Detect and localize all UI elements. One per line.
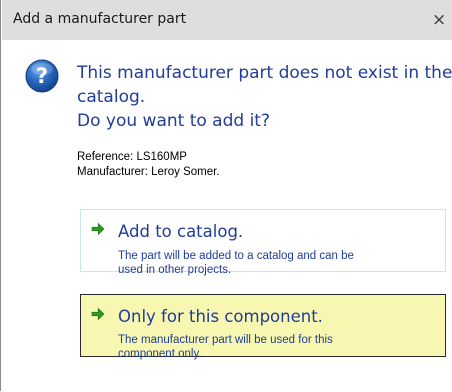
add-to-catalog-title: Add to catalog. xyxy=(118,222,244,241)
main-instruction: This manufacturer part does not exist in… xyxy=(77,61,452,133)
question-icon: ? xyxy=(25,59,59,93)
only-for-component-button[interactable]: Only for this component. The manufacture… xyxy=(80,294,446,360)
instruction-line-1: This manufacturer part does not exist in… xyxy=(77,63,452,83)
only-for-component-desc-line-2: component only. xyxy=(118,348,202,360)
manufacturer-label: Manufacturer: Leroy Somer. xyxy=(77,166,220,178)
dialog-title: Add a manufacturer part xyxy=(13,11,187,27)
arrow-right-icon xyxy=(91,307,105,321)
close-button[interactable]: × xyxy=(432,10,452,30)
only-for-component-desc-line-1: The manufacturer part will be used for t… xyxy=(118,334,333,346)
title-bar: Add a manufacturer part × xyxy=(2,0,452,40)
add-to-catalog-description: The part will be added to a catalog and … xyxy=(118,249,440,277)
instruction-line-2: catalog. xyxy=(77,87,146,107)
add-manufacturer-part-dialog: Add a manufacturer part × ? This manufac… xyxy=(0,0,452,391)
svg-text:?: ? xyxy=(36,64,48,88)
reference-label: Reference: LS160MP xyxy=(77,151,187,163)
add-to-catalog-desc-line-1: The part will be added to a catalog and … xyxy=(118,250,354,262)
add-to-catalog-desc-line-2: used in other projects. xyxy=(118,264,232,276)
add-to-catalog-button[interactable]: Add to catalog. The part will be added t… xyxy=(80,209,446,276)
arrow-right-icon xyxy=(91,222,105,236)
part-details: Reference: LS160MP Manufacturer: Leroy S… xyxy=(77,150,220,180)
only-for-component-title: Only for this component. xyxy=(118,307,323,326)
only-for-component-description: The manufacturer part will be used for t… xyxy=(118,333,440,361)
instruction-line-3: Do you want to add it? xyxy=(77,111,270,131)
